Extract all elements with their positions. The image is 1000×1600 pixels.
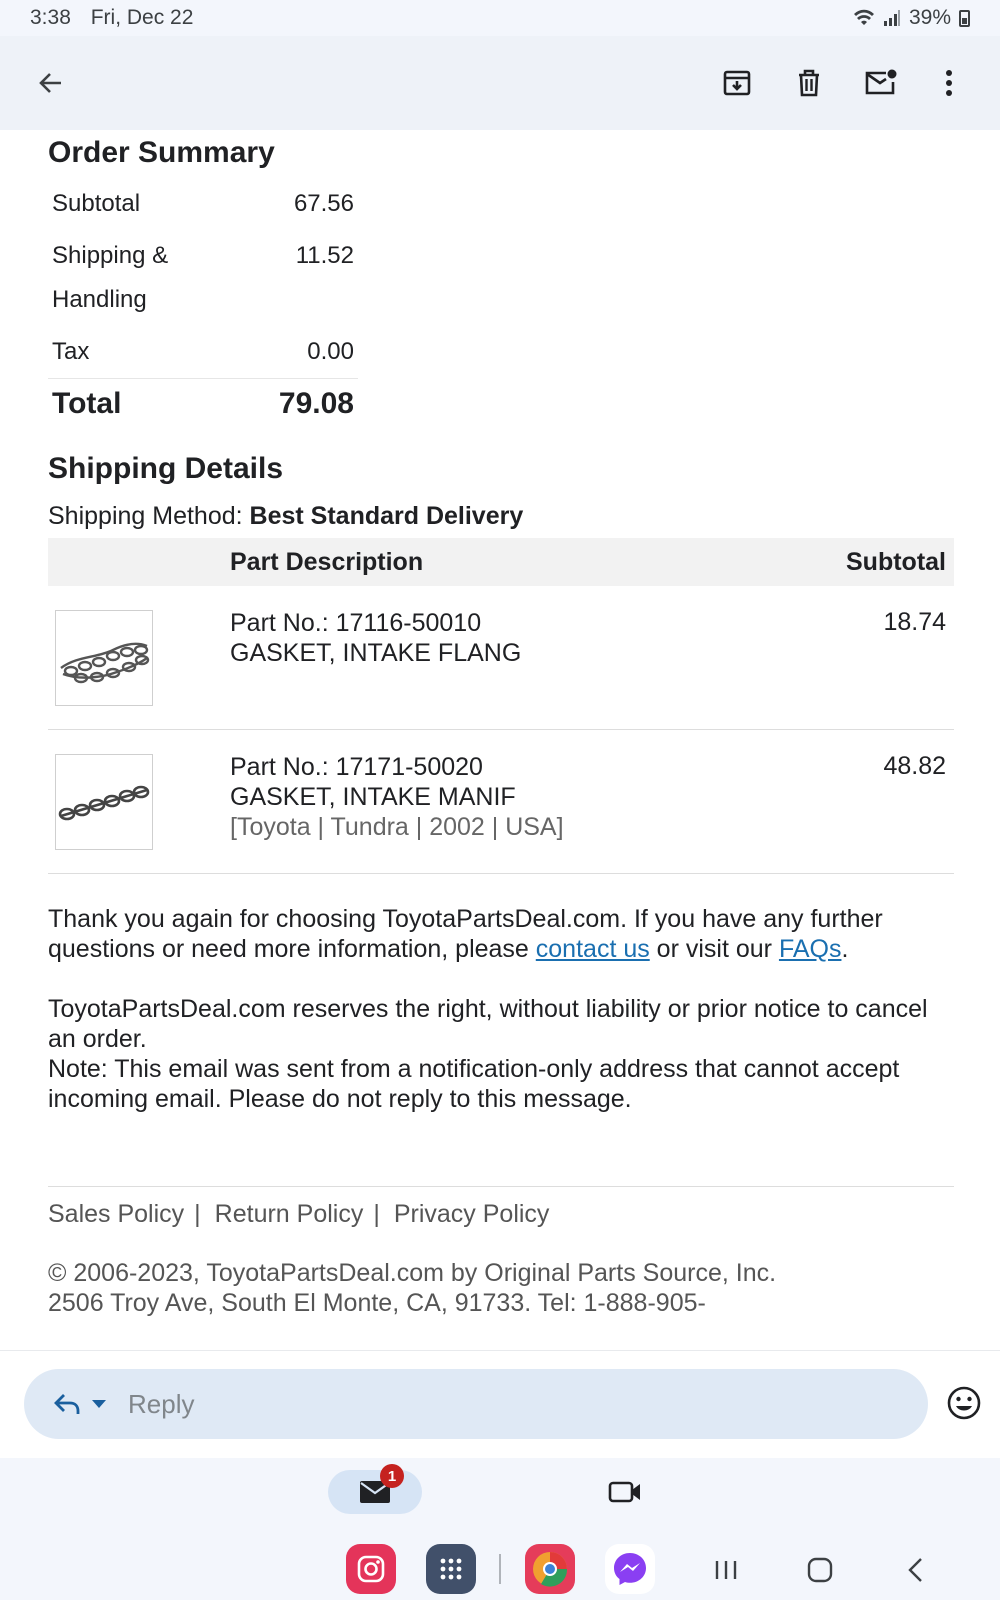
- col-subtotal: Subtotal: [846, 548, 946, 576]
- mark-unread-icon[interactable]: [858, 60, 904, 106]
- total-value: 79.08: [198, 378, 358, 429]
- shipping-method-label: Shipping Method:: [48, 502, 250, 530]
- reply-bar: Reply: [0, 1350, 1000, 1458]
- meet-tab[interactable]: [600, 1472, 650, 1512]
- footer-divider: [48, 1186, 954, 1187]
- dropdown-caret-icon[interactable]: [92, 1400, 106, 1408]
- privacy-policy-link[interactable]: Privacy Policy: [394, 1200, 550, 1228]
- gasket-chain-image: [58, 785, 150, 821]
- unread-badge: 1: [380, 1464, 404, 1488]
- meet-video-icon: [608, 1481, 640, 1503]
- wifi-icon: [853, 9, 874, 25]
- no-reply-note: Note: This email was sent from a notific…: [48, 1055, 900, 1113]
- part-number: Part No.: 17171-50020: [230, 753, 483, 781]
- summary-value: 67.56: [293, 190, 354, 217]
- reply-icon[interactable]: [50, 1387, 84, 1421]
- more-vert-icon[interactable]: [926, 60, 972, 106]
- app-drawer-icon[interactable]: [426, 1544, 476, 1594]
- parts-table-header: Part Description Subtotal: [48, 538, 954, 586]
- reply-placeholder: Reply: [128, 1388, 195, 1419]
- part-price: 48.82: [883, 752, 946, 780]
- back-icon[interactable]: [896, 1550, 936, 1590]
- summary-row-shipping: Shipping & Handling 11.52: [48, 230, 358, 326]
- link-separator: |: [373, 1200, 380, 1228]
- summary-row-subtotal: Subtotal 67.56: [48, 178, 358, 230]
- mail-tab[interactable]: 1: [328, 1464, 422, 1514]
- recents-icon[interactable]: [706, 1550, 746, 1590]
- email-app-bar: [0, 36, 1000, 130]
- status-time: 3:38: [30, 6, 71, 29]
- copyright-block: © 2006-2023, ToyotaPartsDeal.com by Orig…: [48, 1258, 788, 1318]
- order-summary-table: Subtotal 67.56 Shipping & Handling 11.52…: [48, 178, 358, 429]
- gasket-chain-image: [60, 642, 150, 684]
- summary-label: Subtotal: [52, 190, 141, 217]
- trash-icon[interactable]: [786, 60, 832, 106]
- order-summary-title: Order Summary: [48, 136, 275, 169]
- instagram-icon[interactable]: [346, 1544, 396, 1594]
- email-body: Order Summary Subtotal 67.56 Shipping & …: [0, 130, 1000, 1350]
- part-row: Part No.: 17116-50010 GASKET, INTAKE FLA…: [48, 586, 954, 730]
- dock-divider: [499, 1554, 501, 1584]
- summary-label: Shipping & Handling: [52, 242, 169, 313]
- status-bar: 3:38 Fri, Dec 22 39%: [0, 0, 1000, 36]
- battery-percent: 39%: [908, 6, 951, 29]
- policy-links: Sales Policy | Return Policy | Privacy Polic…: [48, 1200, 549, 1229]
- part-number: Part No.: 17116-50010: [230, 609, 482, 637]
- status-right: 39%: [853, 6, 970, 30]
- link-separator: |: [194, 1200, 201, 1228]
- summary-label: Tax: [52, 338, 90, 365]
- contact-us-link[interactable]: contact us: [536, 935, 650, 963]
- home-icon[interactable]: [800, 1550, 840, 1590]
- summary-row-total: Total 79.08: [48, 378, 358, 429]
- faqs-link[interactable]: FAQs: [779, 935, 842, 963]
- thanks-text-end: .: [841, 935, 849, 963]
- part-vehicle: [Toyota | Tundra | 2002 | USA]: [230, 813, 564, 841]
- reply-input[interactable]: Reply: [24, 1369, 928, 1439]
- part-info: Part No.: 17171-50020 GASKET, INTAKE MAN…: [230, 752, 564, 842]
- part-name: GASKET, INTAKE MANIF: [230, 783, 516, 811]
- battery-icon: [959, 9, 970, 27]
- back-arrow-icon[interactable]: [28, 60, 74, 106]
- sales-policy-link[interactable]: Sales Policy: [48, 1200, 184, 1228]
- status-date: Fri, Dec 22: [90, 6, 194, 29]
- gasket-thumbnail[interactable]: [55, 610, 153, 706]
- rights-notice: ToyotaPartsDeal.com reserves the right, …: [48, 995, 928, 1053]
- summary-value: 0.00: [307, 338, 354, 365]
- part-price: 18.74: [883, 608, 946, 636]
- thank-you-message: Thank you again for choosing ToyotaParts…: [48, 904, 954, 964]
- shipping-method-value: Best Standard Delivery: [249, 502, 524, 530]
- part-info: Part No.: 17116-50010 GASKET, INTAKE FLA…: [230, 608, 521, 668]
- messenger-icon[interactable]: [605, 1544, 655, 1594]
- company-address: 2506 Troy Ave, South El Monte, CA, 91733…: [48, 1289, 706, 1317]
- total-label: Total: [48, 378, 198, 429]
- shipping-details-title: Shipping Details: [48, 452, 284, 485]
- emoji-icon[interactable]: [946, 1385, 982, 1421]
- shipping-method: Shipping Method: Best Standard Delivery: [48, 502, 523, 531]
- thanks-text-mid: or visit our: [649, 935, 779, 963]
- return-policy-link[interactable]: Return Policy: [215, 1200, 364, 1228]
- part-name: GASKET, INTAKE FLANG: [230, 639, 522, 667]
- chrome-canary-icon[interactable]: [525, 1544, 575, 1594]
- status-left: 3:38 Fri, Dec 22: [30, 6, 207, 30]
- signal-icon: [883, 10, 900, 26]
- copyright-text: © 2006-2023, ToyotaPartsDeal.com by Orig…: [48, 1259, 777, 1287]
- col-part-description: Part Description: [230, 548, 424, 576]
- archive-icon[interactable]: [714, 60, 760, 106]
- summary-row-tax: Tax 0.00: [48, 326, 358, 379]
- summary-value: 11.52: [295, 242, 354, 269]
- bottom-navigation: 1: [0, 1458, 1000, 1600]
- part-row: Part No.: 17171-50020 GASKET, INTAKE MAN…: [48, 730, 954, 874]
- gasket-thumbnail[interactable]: [55, 754, 153, 850]
